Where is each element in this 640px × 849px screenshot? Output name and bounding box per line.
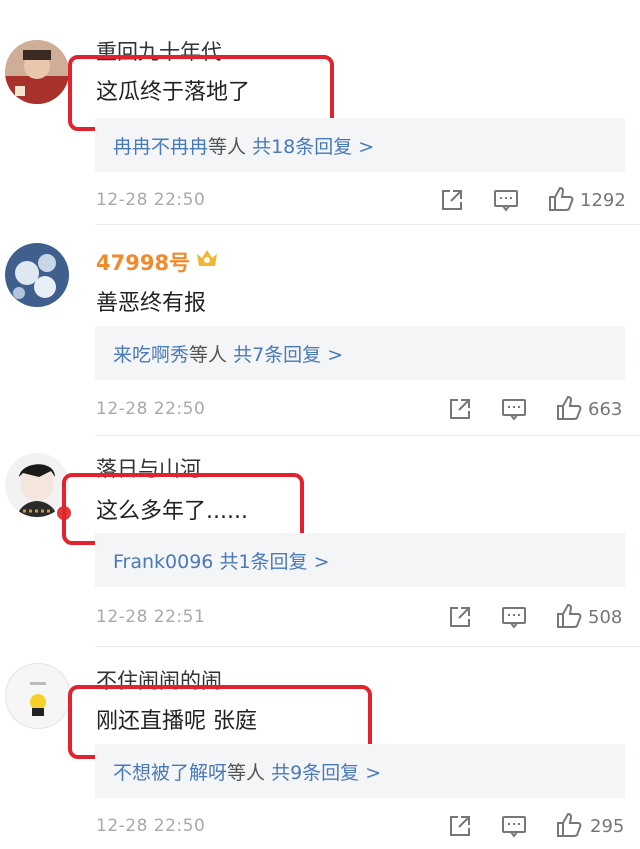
reply-count[interactable]: 共18条回复 >: [252, 136, 374, 158]
timestamp: 12-28 22:50: [96, 399, 206, 419]
reply-summary[interactable]: Frank0096 共1条回复 >: [113, 547, 330, 574]
reply-users[interactable]: 来吃啊秀: [113, 344, 189, 366]
avatar[interactable]: [5, 40, 69, 104]
comment-icon[interactable]: [500, 812, 528, 840]
comment-item: 47998号 善恶终有报 来吃啊秀等人 共7条回复 > 12-28 22:50 …: [0, 225, 640, 436]
reply-users[interactable]: 冉冉不冉冉: [113, 136, 208, 158]
comment-item: 落日与山河 这么多年了...... Frank0096 共1条回复 > 12-2…: [0, 435, 640, 647]
reply-mid: 等人: [208, 136, 247, 158]
timestamp: 12-28 22:51: [96, 607, 206, 627]
like-icon[interactable]: [555, 602, 583, 630]
share-icon[interactable]: [446, 395, 474, 423]
reply-users[interactable]: 不想被了解呀: [113, 762, 227, 784]
reply-count[interactable]: 共1条回复 >: [219, 551, 329, 573]
reply-summary[interactable]: 冉冉不冉冉等人 共18条回复 >: [113, 132, 374, 159]
comment-item: 重回九十年代 这瓜终于落地了 冉冉不冉冉等人 共18条回复 > 12-28 22…: [0, 0, 640, 225]
like-count: 295: [590, 816, 625, 837]
timestamp: 12-28 22:50: [96, 190, 206, 210]
reply-count[interactable]: 共9条回复 >: [271, 762, 381, 784]
reply-count[interactable]: 共7条回复 >: [233, 344, 343, 366]
share-icon[interactable]: [438, 186, 466, 214]
reply-mid: 等人: [189, 344, 228, 366]
share-icon[interactable]: [446, 812, 474, 840]
comment-text: 善恶终有报: [96, 291, 207, 316]
reply-users[interactable]: Frank0096: [113, 551, 213, 573]
like-count: 1292: [580, 190, 626, 211]
comment-item: 不住闹闹的闹 刚还直播呢 张庭 不想被了解呀等人 共9条回复 > 12-28 2…: [0, 647, 640, 849]
username[interactable]: 47998号: [96, 247, 190, 277]
reply-preview[interactable]: Frank0096 共1条回复 >: [95, 533, 625, 587]
like-icon[interactable]: [555, 394, 583, 422]
reply-summary[interactable]: 来吃啊秀等人 共7条回复 >: [113, 340, 343, 367]
reply-preview[interactable]: 不想被了解呀等人 共9条回复 >: [95, 744, 625, 798]
vip-badge-icon: [194, 245, 220, 271]
like-count: 663: [588, 399, 623, 420]
reply-summary[interactable]: 不想被了解呀等人 共9条回复 >: [113, 758, 381, 785]
avatar[interactable]: [5, 243, 69, 307]
comment-icon[interactable]: [500, 395, 528, 423]
comment-icon[interactable]: [500, 603, 528, 631]
reply-mid: 等人: [227, 762, 266, 784]
avatar[interactable]: [5, 663, 71, 729]
timestamp: 12-28 22:50: [96, 816, 206, 836]
like-icon[interactable]: [547, 185, 575, 213]
comment-icon[interactable]: [492, 186, 520, 214]
share-icon[interactable]: [446, 603, 474, 631]
reply-preview[interactable]: 来吃啊秀等人 共7条回复 >: [95, 326, 625, 380]
like-count: 508: [588, 607, 623, 628]
reply-preview[interactable]: 冉冉不冉冉等人 共18条回复 >: [95, 118, 625, 172]
like-icon[interactable]: [555, 811, 583, 839]
